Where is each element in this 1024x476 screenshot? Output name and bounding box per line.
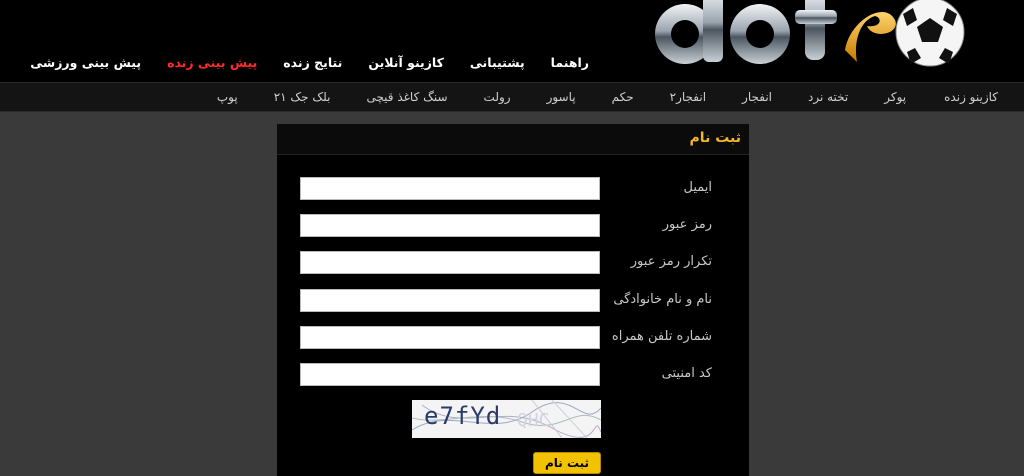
form-row-confirm-password: تکرار رمز عبور [277,251,749,275]
registration-title: ثبت نام [689,130,741,146]
games-item-blackjack[interactable]: بلک جک ۲۱ [274,90,331,104]
email-field[interactable] [300,177,600,200]
nav-live-betting[interactable]: پیش بینی زنده [167,55,257,70]
top-header: پیش بینی ورزشی پیش بینی زنده نتایج زنده … [0,0,1024,82]
games-item-backgammon[interactable]: تخته نرد [808,90,848,104]
captcha-image: QHC e7fYd [412,400,601,438]
games-item-hokm[interactable]: حکم [612,90,634,104]
games-item-pasur[interactable]: پاسور [547,90,576,104]
form-row-security-code: کد امنیتی [277,363,749,387]
register-submit-button[interactable]: ثبت نام [533,452,601,474]
nav-sports-betting[interactable]: پیش بینی ورزشی [30,55,141,70]
form-row-full-name: نام و نام خانوادگی [277,289,749,313]
games-item-poker[interactable]: پوکر [884,90,906,104]
nav-online-casino[interactable]: کازینو آنلاین [368,55,444,70]
confirm-password-label: تکرار رمز عبور [630,254,712,269]
phone-label: شماره تلفن همراه [611,329,712,344]
games-item-live-casino[interactable]: کازینو زنده [944,90,998,104]
nav-live-results[interactable]: نتایج زنده [283,55,342,70]
full-name-label: نام و نام خانوادگی [613,292,712,307]
phone-field[interactable] [300,326,600,349]
full-name-field[interactable] [300,289,600,312]
password-field[interactable] [300,214,600,237]
security-code-field[interactable] [300,363,600,386]
email-label: ایمیل [683,180,712,195]
games-item-rock-paper-scissors[interactable]: سنگ کاغذ قیچی [366,90,447,104]
registration-panel: ثبت نام ایمیل رمز عبور تکرار رمز عبور نا… [277,124,749,476]
security-code-label: کد امنیتی [661,366,712,381]
games-item-roulette[interactable]: رولت [484,90,511,104]
form-row-email: ایمیل [277,177,749,201]
svg-text:QHC: QHC [517,410,550,431]
password-label: رمز عبور [662,217,712,232]
nav-guide[interactable]: راهنما [551,55,589,70]
nav-support[interactable]: پشتیبانی [470,55,525,70]
games-item-crash[interactable]: انفجار [742,90,772,104]
form-row-phone: شماره تلفن همراه [277,326,749,350]
form-row-password: رمز عبور [277,214,749,238]
games-item-pop[interactable]: پوپ [217,90,238,104]
captcha-text: e7fYd [424,402,502,430]
registration-header: ثبت نام [277,124,749,155]
confirm-password-field[interactable] [300,251,600,274]
games-nav: کازینو زنده پوکر تخته نرد انفجار انفجار۲… [0,82,1024,112]
main-nav: پیش بینی ورزشی پیش بینی زنده نتایج زنده … [30,52,589,72]
site-logo[interactable] [645,0,970,72]
games-nav-list: کازینو زنده پوکر تخته نرد انفجار انفجار۲… [217,83,998,111]
games-item-crash2[interactable]: انفجار۲ [670,90,706,104]
